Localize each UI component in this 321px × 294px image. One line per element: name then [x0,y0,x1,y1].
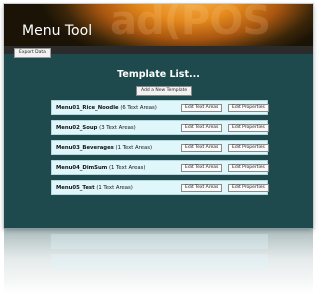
edit-text-areas-button[interactable]: Edit Text Areas [181,144,223,152]
template-area-count: (3 Text Areas) [99,125,136,131]
reflection-row [51,254,268,269]
template-row: Menu02_Soup (3 Text Areas) Edit Text Are… [51,120,269,135]
edit-text-areas-button[interactable]: Edit Text Areas [181,184,223,192]
template-row: Menu04_DimSum (1 Text Areas) Edit Text A… [51,160,269,175]
edit-text-areas-button[interactable]: Edit Text Areas [181,164,223,172]
template-name: Menu04_DimSum [56,165,108,171]
template-label: Menu01_Rice_Noodle (6 Text Areas) [56,101,157,115]
template-area-count: (1 Text Areas) [96,185,133,191]
template-area-count: (1 Text Areas) [115,145,153,151]
template-area-count: (6 Text Areas) [120,105,157,111]
edit-properties-button[interactable]: Edit Properties [228,124,269,132]
window-reflection [4,228,313,294]
template-row: Menu01_Rice_Noodle (6 Text Areas) Edit T… [51,100,269,115]
template-label: Menu03_Beverages (1 Text Areas) [56,141,152,155]
template-area-count: (1 Text Areas) [108,165,146,171]
add-template-button[interactable]: Add a New Template [136,86,193,96]
template-row: Menu05_Test (1 Text Areas) Edit Text Are… [51,180,269,195]
template-label: Menu05_Test (1 Text Areas) [56,181,133,195]
header-watermark-logo: ad(POS [110,4,271,44]
edit-properties-button[interactable]: Edit Properties [228,144,269,152]
edit-text-areas-button[interactable]: Edit Text Areas [181,104,223,112]
app-header: ad(POS Menu Tool [4,4,313,46]
app-window: ad(POS Menu Tool Export Data Template Li… [4,4,313,228]
edit-properties-button[interactable]: Edit Properties [228,104,269,112]
template-row: Menu03_Beverages (1 Text Areas) Edit Tex… [51,140,269,155]
page-title: Template List... [117,69,200,80]
template-name: Menu01_Rice_Noodle [56,105,119,111]
template-name: Menu02_Soup [56,125,98,131]
main-content: Template List... Add a New Template Menu… [4,56,313,228]
reflection-row [51,234,268,249]
edit-properties-button[interactable]: Edit Properties [228,164,269,172]
template-name: Menu05_Test [56,185,95,191]
template-label: Menu02_Soup (3 Text Areas) [56,121,136,135]
app-brand-title: Menu Tool [22,23,93,39]
template-label: Menu04_DimSum (1 Text Areas) [56,161,146,175]
edit-text-areas-button[interactable]: Edit Text Areas [181,124,223,132]
template-name: Menu03_Beverages [56,145,114,151]
edit-properties-button[interactable]: Edit Properties [228,184,269,192]
